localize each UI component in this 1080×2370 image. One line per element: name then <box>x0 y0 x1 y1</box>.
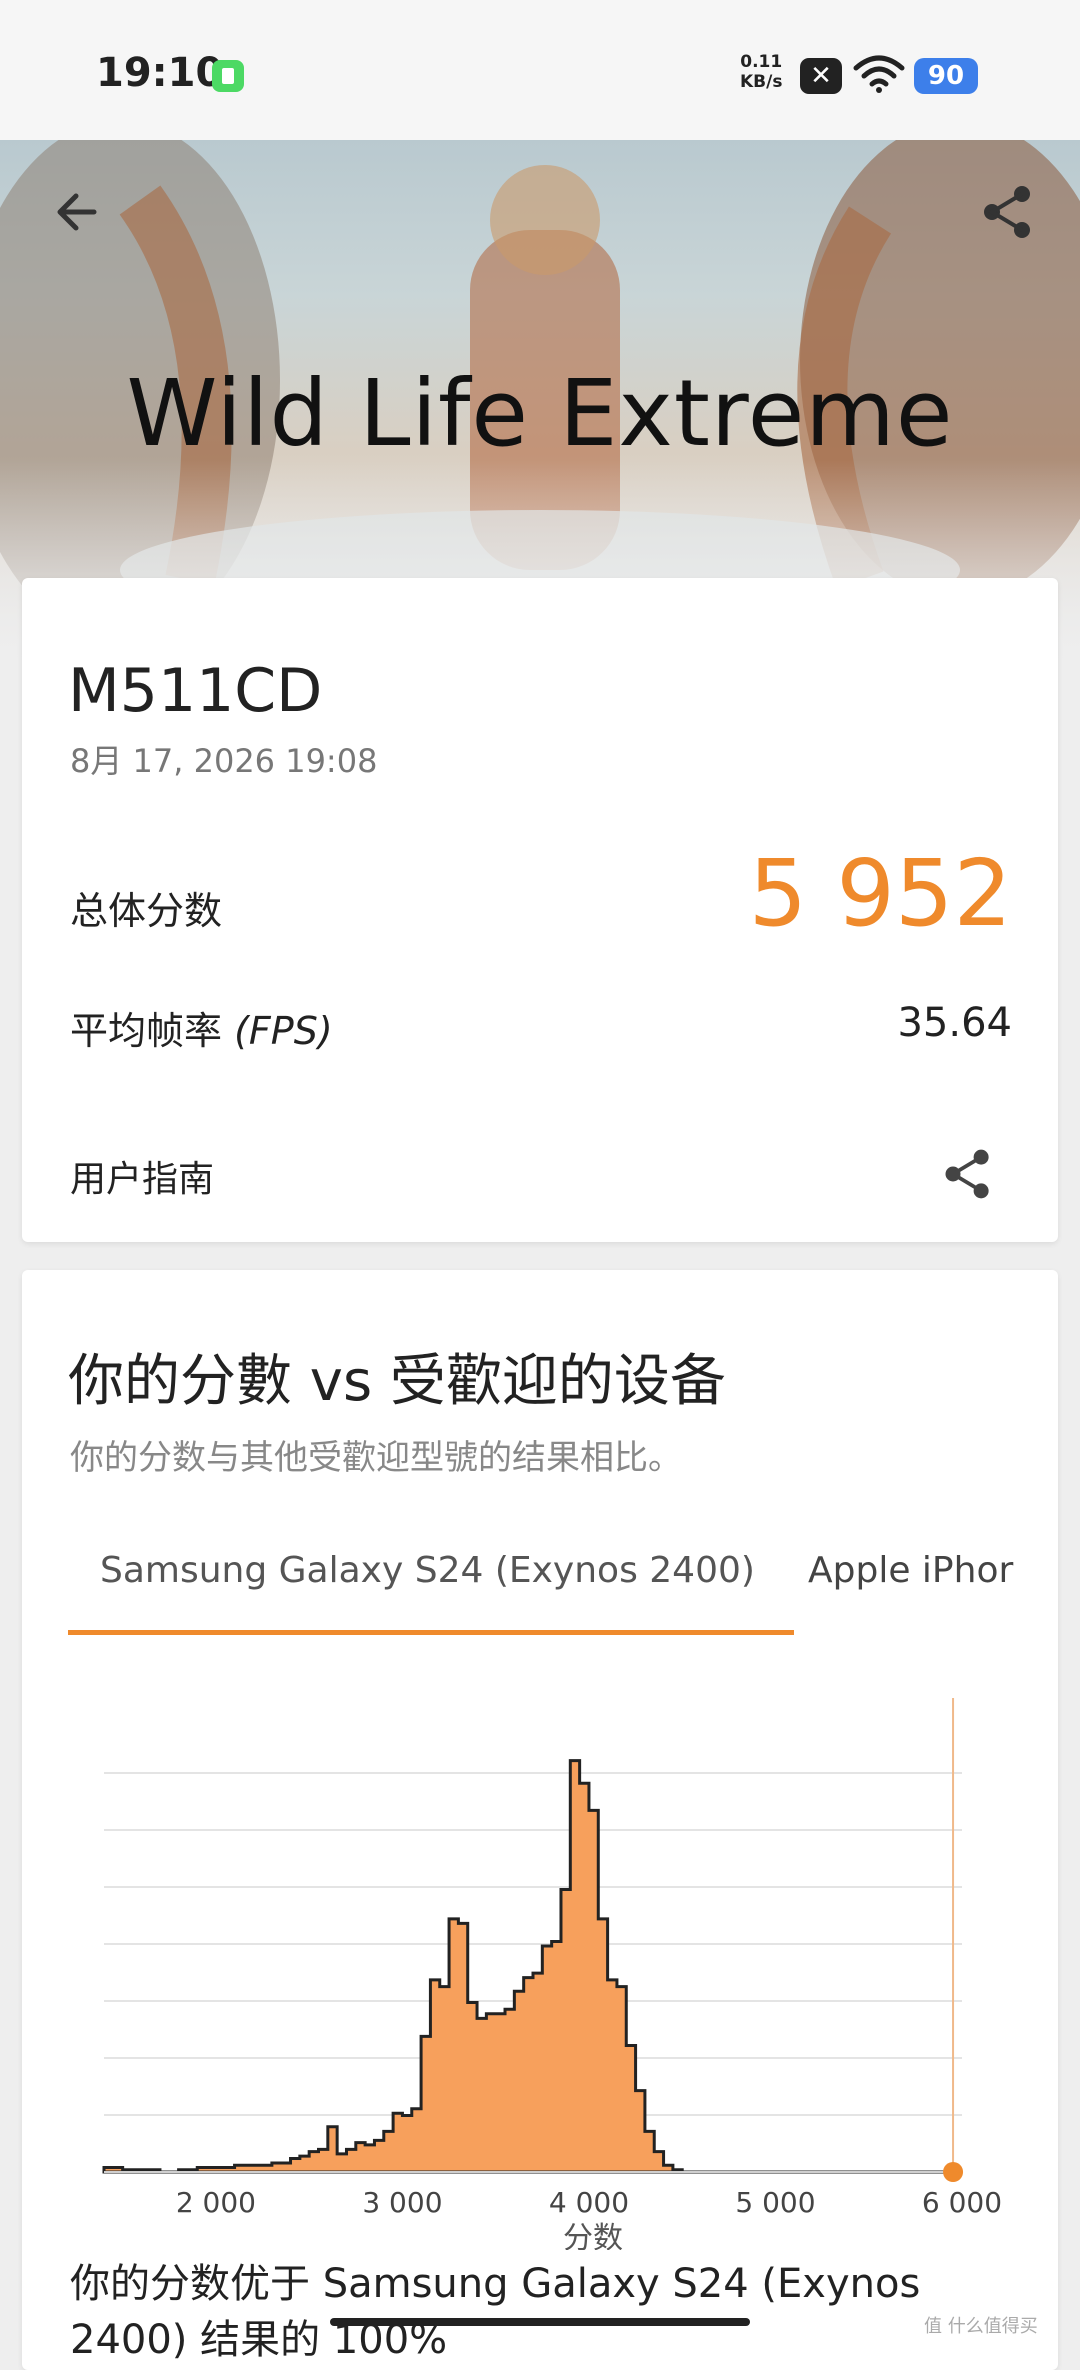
fps-label: 平均帧率 (FPS) <box>70 1000 333 1055</box>
x-tick-label: 4 000 <box>549 2186 629 2219</box>
tab-samsung-s24[interactable]: Samsung Galaxy S24 (Exynos 2400) <box>100 1550 755 1591</box>
status-bar: 19:10 0.11 KB/s ✕ 90 <box>0 0 1080 140</box>
average-fps: 35.64 <box>897 1000 1012 1046</box>
comparison-card: 你的分數 vs 受歡迎的设备 你的分数与其他受歡迎型號的结果相比。 Samsun… <box>22 1270 1058 2370</box>
active-tab-indicator <box>68 1630 794 1635</box>
overall-score: 5 952 <box>748 840 1012 947</box>
wifi-icon <box>853 55 905 93</box>
share-icon[interactable] <box>976 180 1040 244</box>
fps-unit: (FPS) <box>234 1009 333 1053</box>
x-axis-label: 分数 <box>563 2221 623 2250</box>
x-tick-label: 2 000 <box>176 2186 256 2219</box>
home-indicator[interactable] <box>330 2318 750 2326</box>
device-name: M511CD <box>68 656 323 726</box>
watermark: 值 什么值得买 <box>924 2316 1038 2337</box>
x-tick-label: 6 000 <box>922 2186 1002 2219</box>
back-arrow-icon[interactable] <box>48 180 112 244</box>
test-datetime: 8月 17, 2026 19:08 <box>70 742 378 780</box>
result-card: M511CD 8月 17, 2026 19:08 总体分数 5 952 平均帧率… <box>22 578 1058 1242</box>
fps-label-text: 平均帧率 <box>70 1009 223 1053</box>
distribution-area <box>102 1759 962 2174</box>
net-speed-unit: KB/s <box>740 72 783 92</box>
net-speed: 0.11 KB/s <box>740 52 782 92</box>
benchmark-title: Wild Life Extreme <box>126 360 954 467</box>
tab-apple-iphone[interactable]: Apple iPhor <box>808 1550 1036 1591</box>
net-speed-value: 0.11 <box>740 52 783 72</box>
comparison-result-text: 你的分数优于 Samsung Galaxy S24 (Exynos 2400) … <box>70 2261 921 2363</box>
no-sim-icon: ✕ <box>800 58 842 94</box>
comparison-title: 你的分數 vs 受歡迎的设备 <box>68 1349 726 1414</box>
x-tick-label: 5 000 <box>735 2186 815 2219</box>
status-time: 19:10 <box>96 50 224 96</box>
guide-share-icon[interactable] <box>938 1144 998 1204</box>
x-tick-label: 3 000 <box>362 2186 442 2219</box>
battery-saver-icon <box>212 60 244 92</box>
battery-icon: 90 <box>914 58 978 94</box>
score-label: 总体分数 <box>70 889 223 933</box>
comparison-subtitle: 你的分数与其他受歡迎型號的结果相比。 <box>70 1438 682 1478</box>
user-guide-link[interactable]: 用户指南 <box>70 1150 214 1202</box>
your-score-marker <box>943 2162 964 2182</box>
score-distribution-chart: 2 000 3 000 4 000 5 000 6 000 分数 <box>102 1698 1002 2250</box>
